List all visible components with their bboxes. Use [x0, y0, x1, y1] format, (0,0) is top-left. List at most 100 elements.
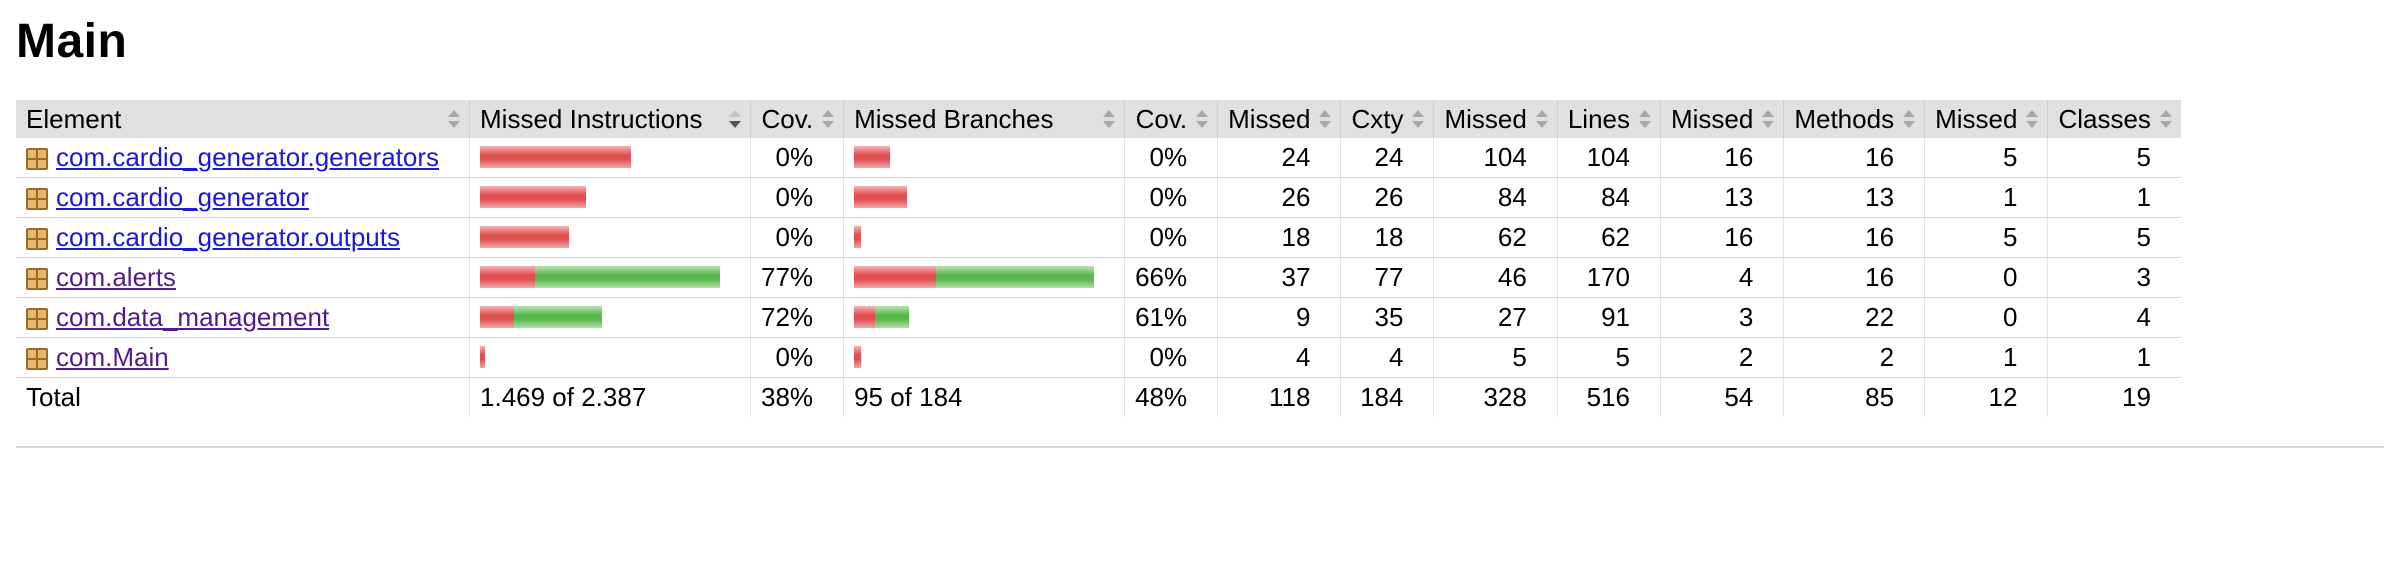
sort-icon: [1535, 109, 1549, 129]
covered-segment: [875, 306, 910, 328]
instruction-coverage: 0%: [750, 177, 844, 218]
branch-coverage: 0%: [1124, 177, 1218, 218]
missed-branches-cell: [843, 297, 1125, 338]
missed-segment: [480, 306, 515, 328]
complexity-missed: 18: [1217, 217, 1341, 258]
column-header-complexity[interactable]: Cxty: [1340, 100, 1434, 138]
total-classes-missed: 12: [1924, 377, 2048, 417]
missed-instructions-bar: [480, 186, 587, 208]
package-link[interactable]: com.cardio_generator.outputs: [56, 222, 400, 252]
total-lines-missed: 328: [1433, 377, 1558, 417]
missed-branches-cell: [843, 257, 1125, 298]
classes-missed: 5: [1924, 138, 2048, 178]
column-header-element[interactable]: Element: [16, 100, 470, 138]
missed-segment: [854, 266, 937, 288]
column-header-missed-branches[interactable]: Missed Branches: [843, 100, 1125, 138]
column-header-missed-instructions[interactable]: Missed Instructions: [469, 100, 751, 138]
table-row: com.alerts 77% 66% 37 77 46 170 4 16 0 3: [16, 257, 2181, 298]
missed-segment: [480, 226, 570, 248]
classes: 1: [2047, 177, 2181, 218]
table-row: com.Main 0% 0% 4 4 5 5 2 2 1 1: [16, 337, 2181, 378]
lines: 84: [1556, 177, 1661, 218]
total-branches: 95 of 184: [843, 377, 1125, 417]
classes-missed: 1: [1924, 177, 2048, 218]
column-header-complexity-missed[interactable]: Missed: [1217, 100, 1341, 138]
package-icon: [26, 188, 48, 210]
column-header-instruction-coverage[interactable]: Cov.: [750, 100, 844, 138]
column-header-methods[interactable]: Methods: [1783, 100, 1925, 138]
sort-icon: [447, 109, 461, 129]
package-icon: [26, 228, 48, 250]
package-link[interactable]: com.cardio_generator.generators: [56, 142, 439, 172]
missed-segment: [480, 266, 536, 288]
column-header-methods-missed[interactable]: Missed: [1659, 100, 1784, 138]
complexity-missed: 37: [1217, 257, 1341, 298]
classes-missed: 0: [1924, 257, 2048, 298]
table-row: com.cardio_generator.outputs 0% 0% 18 18 62 62…: [16, 217, 2181, 258]
lines-missed: 46: [1433, 257, 1558, 298]
missed-segment: [854, 186, 908, 208]
sort-icon: [1318, 109, 1332, 129]
coverage-table: Element Missed Instructions Cov. Missed …: [16, 100, 2181, 417]
missed-instructions-cell: [469, 138, 751, 178]
methods-missed: 2: [1659, 337, 1784, 378]
package-icon: [26, 268, 48, 290]
package-link[interactable]: com.alerts: [56, 262, 176, 292]
missed-segment: [480, 346, 486, 368]
column-header-lines[interactable]: Lines: [1556, 100, 1661, 138]
instruction-coverage: 72%: [750, 297, 844, 338]
element-cell: com.data_management: [16, 297, 470, 338]
total-methods-missed: 54: [1659, 377, 1784, 417]
methods: 16: [1783, 138, 1925, 178]
missed-segment: [854, 226, 862, 248]
sort-icon: [1195, 109, 1209, 129]
column-header-classes[interactable]: Classes: [2047, 100, 2181, 138]
column-header-branch-coverage[interactable]: Cov.: [1124, 100, 1218, 138]
column-header-lines-missed[interactable]: Missed: [1433, 100, 1558, 138]
total-complexity-missed: 118: [1217, 377, 1341, 417]
methods: 13: [1783, 177, 1925, 218]
instruction-coverage: 0%: [750, 138, 844, 178]
missed-segment: [854, 306, 876, 328]
total-instruction-coverage: 38%: [750, 377, 844, 417]
lines-missed: 5: [1433, 337, 1558, 378]
total-methods: 85: [1783, 377, 1925, 417]
missed-instructions-cell: [469, 217, 751, 258]
missed-segment: [854, 146, 891, 168]
missed-branches-bar: [854, 346, 862, 368]
sort-icon: [1102, 109, 1116, 129]
lines: 170: [1556, 257, 1661, 298]
complexity-missed: 24: [1217, 138, 1341, 178]
classes: 4: [2047, 297, 2181, 338]
missed-instructions-bar: [480, 226, 570, 248]
element-cell: com.cardio_generator.generators: [16, 138, 470, 178]
covered-segment: [514, 306, 603, 328]
missed-segment: [480, 186, 587, 208]
table-row: com.cardio_generator 0% 0% 26 26 84 84 13 13 1 1: [16, 177, 2181, 218]
package-icon: [26, 148, 48, 170]
complexity-missed: 9: [1217, 297, 1341, 338]
element-cell: com.cardio_generator: [16, 177, 470, 218]
sort-icon: [2159, 109, 2173, 129]
column-header-classes-missed[interactable]: Missed: [1924, 100, 2048, 138]
missed-branches-cell: [843, 177, 1125, 218]
missed-branches-cell: [843, 217, 1125, 258]
package-link[interactable]: com.data_management: [56, 302, 329, 332]
covered-segment: [535, 266, 721, 288]
methods: 22: [1783, 297, 1925, 338]
methods: 16: [1783, 257, 1925, 298]
methods: 2: [1783, 337, 1925, 378]
table-header: Element Missed Instructions Cov. Missed …: [16, 100, 2181, 138]
instruction-coverage: 0%: [750, 337, 844, 378]
methods-missed: 4: [1659, 257, 1784, 298]
sort-icon: [821, 109, 835, 129]
total-row: Total 1.469 of 2.387 38% 95 of 184 48% 1…: [16, 377, 2181, 417]
methods: 16: [1783, 217, 1925, 258]
sort-icon: [1411, 109, 1425, 129]
package-link[interactable]: com.cardio_generator: [56, 182, 309, 212]
total-classes: 19: [2047, 377, 2181, 417]
missed-branches-bar: [854, 266, 1095, 288]
package-link[interactable]: com.Main: [56, 342, 169, 372]
missed-branches-bar: [854, 226, 862, 248]
missed-branches-bar: [854, 146, 891, 168]
